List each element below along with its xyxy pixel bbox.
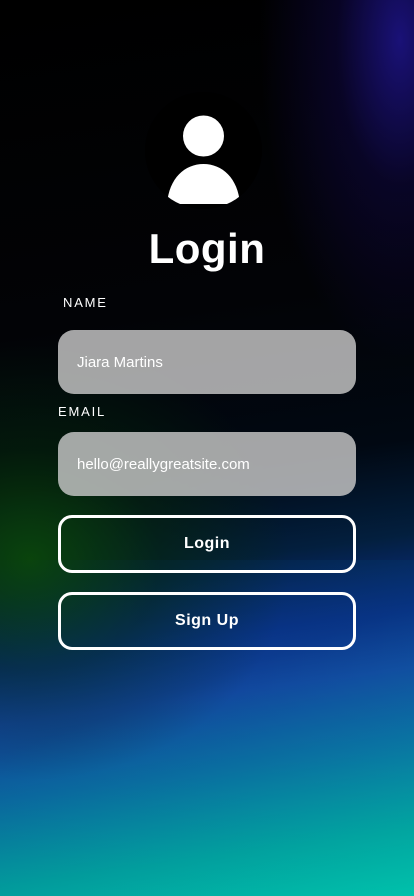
name-input[interactable]	[58, 330, 356, 394]
name-label: NAME	[63, 295, 108, 310]
sign-up-button[interactable]: Sign Up	[58, 592, 356, 650]
email-label: EMAIL	[58, 404, 107, 419]
page-title: Login	[148, 225, 266, 272]
login-button[interactable]: Login	[58, 515, 356, 573]
user-avatar-icon	[145, 92, 262, 209]
email-input[interactable]	[58, 432, 356, 496]
